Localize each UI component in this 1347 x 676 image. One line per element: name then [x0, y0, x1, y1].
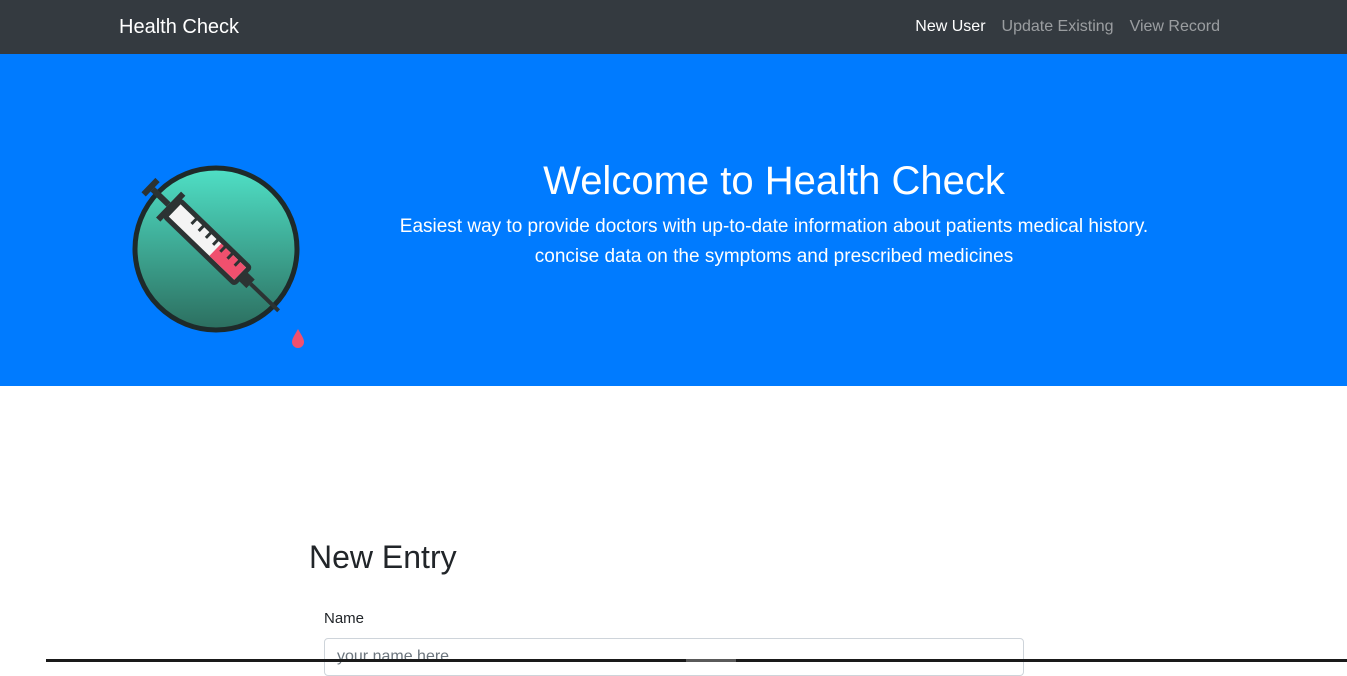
hero-lead-line-2: concise data on the symptoms and prescri… [534, 246, 1014, 267]
name-label: Name [324, 610, 365, 627]
nav-view-record[interactable]: View Record [1130, 17, 1220, 37]
nav-update-existing[interactable]: Update Existing [1002, 17, 1114, 37]
brand-link[interactable]: Health Check [119, 15, 239, 39]
hero-title: Welcome to Health Check [543, 159, 1005, 203]
hero-lead: Easiest way to provide doctors with up-t… [330, 212, 1218, 272]
hero-lead-line-1: Easiest way to provide doctors with up-t… [399, 216, 1149, 237]
nav-links: New User Update Existing View Record [915, 17, 1220, 37]
nav-new-user[interactable]: New User [915, 17, 985, 37]
form-title: New Entry [309, 539, 457, 575]
name-input[interactable] [324, 638, 1024, 676]
syringe-icon [132, 165, 304, 348]
hero-jumbotron: Welcome to Health Check Easiest way to p… [0, 54, 1347, 386]
top-navbar: Health Check New User Update Existing Vi… [0, 0, 1347, 54]
